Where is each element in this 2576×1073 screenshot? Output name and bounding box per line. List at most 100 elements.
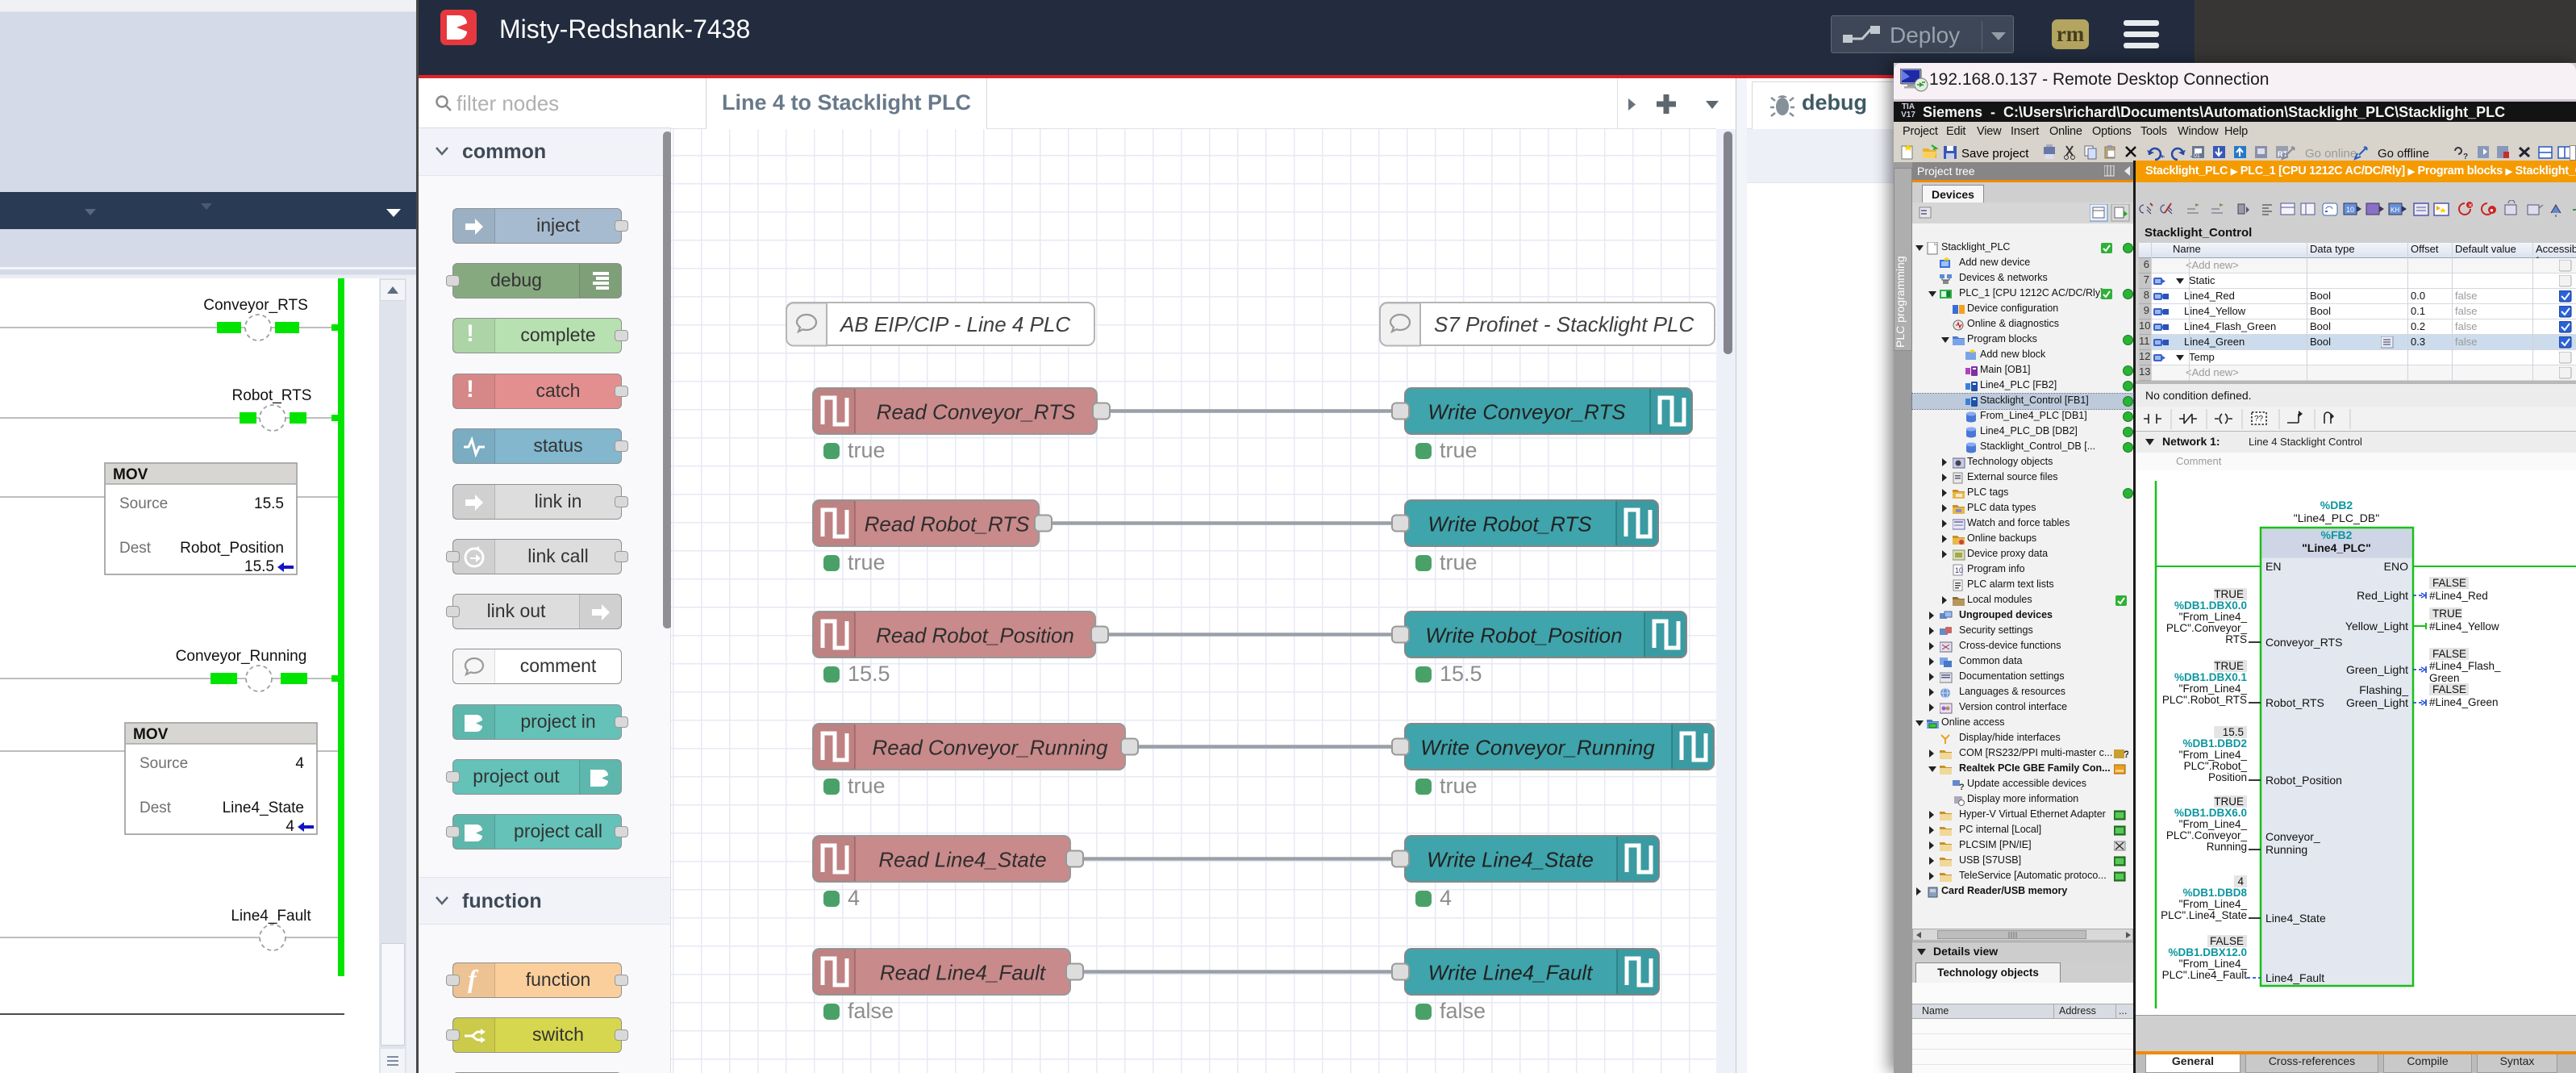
svg-text:15.5: 15.5 (1440, 662, 1482, 686)
svg-text:Robot_Position: Robot_Position (2265, 774, 2342, 787)
svg-text:Flashing_: Flashing_ (2359, 683, 2408, 696)
svg-text:%DB1.DBD8: %DB1.DBD8 (2182, 887, 2247, 899)
svg-text:true: true (1440, 774, 1478, 798)
svg-text:"From_Line4_: "From_Line4_ (2179, 611, 2248, 623)
svg-text:Conveyor_RTS: Conveyor_RTS (203, 297, 308, 314)
svg-text:Line4_State: Line4_State (223, 800, 304, 816)
svg-text:PLC".Robot_RTS: PLC".Robot_RTS (2162, 694, 2247, 706)
svg-text:Conveyor_: Conveyor_ (2265, 830, 2320, 843)
svg-text:10: 10 (1955, 566, 1963, 574)
svg-text:Read Line4_Fault: Read Line4_Fault (880, 961, 1047, 985)
svg-text:%DB2: %DB2 (2320, 499, 2353, 511)
svg-text:15.5: 15.5 (244, 558, 274, 575)
svg-text:4: 4 (1440, 886, 1452, 910)
svg-text:Dest: Dest (119, 540, 152, 557)
svg-text:10: 10 (2346, 206, 2354, 214)
svg-text:PLC".Robot_: PLC".Robot_ (2184, 760, 2248, 772)
svg-text:"From_Line4_: "From_Line4_ (2179, 749, 2248, 761)
svg-text:Yellow_Light: Yellow_Light (2345, 620, 2408, 633)
svg-text:Write Robot_RTS: Write Robot_RTS (1428, 512, 1592, 536)
svg-text:4: 4 (286, 818, 294, 835)
svg-text:4: 4 (295, 755, 304, 772)
svg-text:Save project: Save project (1961, 147, 2029, 161)
svg-text:PLC".Line4_State: PLC".Line4_State (2161, 909, 2247, 921)
svg-text:#Line4_Flash_: #Line4_Flash_ (2429, 660, 2501, 672)
svg-text:true: true (848, 438, 886, 462)
svg-text:Position: Position (2208, 771, 2247, 783)
svg-text:Conveyor_Running: Conveyor_Running (176, 648, 307, 665)
svg-text:%DB1.DBX12.0: %DB1.DBX12.0 (2168, 946, 2247, 958)
svg-text:FALSE: FALSE (2432, 577, 2466, 589)
svg-text:"From_Line4_: "From_Line4_ (2179, 818, 2248, 830)
svg-text:Go offline: Go offline (2378, 147, 2429, 161)
svg-text:Running: Running (2207, 841, 2247, 853)
svg-text:4: 4 (848, 886, 860, 910)
svg-text:Line4_Fault: Line4_Fault (231, 908, 311, 925)
svg-text:"Line4_PLC_DB": "Line4_PLC_DB" (2294, 511, 2379, 524)
svg-text:Write Conveyor_RTS: Write Conveyor_RTS (1428, 400, 1626, 424)
svg-text:Write Robot_Position: Write Robot_Position (1425, 624, 1622, 648)
svg-text:?: ? (1959, 783, 1965, 791)
svg-text:"From_Line4_: "From_Line4_ (2179, 683, 2248, 695)
svg-text:Write Line4_State: Write Line4_State (1427, 848, 1594, 872)
svg-text:#Line4_Red: #Line4_Red (2429, 590, 2488, 602)
svg-text:Read Line4_State: Read Line4_State (878, 848, 1046, 872)
svg-text:Robot_Position: Robot_Position (180, 540, 284, 557)
svg-text:true: true (848, 550, 886, 574)
svg-text:Running: Running (2265, 843, 2307, 856)
svg-text:??: ?? (2254, 415, 2264, 424)
svg-text:true: true (1440, 550, 1478, 574)
svg-text:Green_Light: Green_Light (2346, 696, 2408, 709)
svg-text:Green: Green (2429, 672, 2460, 684)
svg-text:Conveyor_RTS: Conveyor_RTS (2265, 636, 2342, 649)
svg-text:#Line4_Green: #Line4_Green (2429, 696, 2499, 708)
svg-text:TRUE: TRUE (2214, 660, 2244, 672)
svg-text:EN: EN (2265, 560, 2281, 573)
svg-text:Green_Light: Green_Light (2346, 663, 2408, 676)
svg-text:%FB2: %FB2 (2321, 528, 2353, 541)
svg-text:"From_Line4_: "From_Line4_ (2179, 898, 2248, 910)
svg-text:Read Robot_RTS: Read Robot_RTS (865, 512, 1030, 536)
svg-text:PLC".Conveyor_: PLC".Conveyor_ (2166, 622, 2248, 634)
svg-text:01: 01 (2194, 153, 2200, 159)
svg-text:"From_Line4_: "From_Line4_ (2179, 958, 2248, 970)
svg-text:#Line4_Yellow: #Line4_Yellow (2429, 620, 2499, 633)
svg-text:Write Conveyor_Running: Write Conveyor_Running (1420, 736, 1655, 760)
svg-text:FALSE: FALSE (2432, 648, 2466, 660)
svg-text:Robot_RTS: Robot_RTS (232, 387, 312, 404)
svg-text:true: true (848, 774, 886, 798)
svg-text:Source: Source (119, 495, 168, 512)
svg-text:false: false (1440, 999, 1486, 1023)
svg-text:Read Conveyor_RTS: Read Conveyor_RTS (877, 400, 1076, 424)
svg-text:KH: KH (2391, 207, 2399, 214)
svg-text:15.5: 15.5 (848, 662, 890, 686)
svg-text:Robot_RTS: Robot_RTS (2265, 696, 2324, 709)
svg-text:%DB1.DBD2: %DB1.DBD2 (2182, 737, 2247, 749)
svg-text:Write Line4_Fault: Write Line4_Fault (1428, 961, 1594, 985)
svg-text:PLC".Conveyor_: PLC".Conveyor_ (2166, 829, 2248, 841)
svg-text:●: ● (2490, 207, 2494, 214)
svg-text:Source: Source (140, 755, 188, 772)
svg-text:15.5: 15.5 (254, 495, 284, 512)
svg-text:true: true (1440, 438, 1478, 462)
svg-text:"Line4_PLC": "Line4_PLC" (2302, 541, 2371, 554)
svg-text:?: ? (2124, 749, 2128, 760)
svg-text:4: 4 (2237, 875, 2244, 887)
svg-text:ENO: ENO (2384, 560, 2408, 573)
svg-text:Read Robot_Position: Read Robot_Position (876, 624, 1074, 648)
svg-text:%DB1.DBX6.0: %DB1.DBX6.0 (2174, 807, 2247, 819)
svg-text:FALSE: FALSE (2210, 935, 2244, 947)
svg-text:MOV: MOV (133, 726, 169, 743)
svg-text:false: false (848, 999, 894, 1023)
svg-text:Line4_Fault: Line4_Fault (2265, 971, 2324, 984)
svg-text:FALSE: FALSE (2432, 683, 2466, 695)
svg-text:TRUE: TRUE (2432, 607, 2462, 620)
svg-text:%DB1.DBX0.1: %DB1.DBX0.1 (2174, 671, 2248, 683)
svg-text:Line4_State: Line4_State (2265, 912, 2326, 925)
svg-text:TRUE: TRUE (2214, 795, 2244, 808)
svg-text:Go online: Go online (2305, 147, 2357, 161)
svg-text:%DB1.DBX0.0: %DB1.DBX0.0 (2174, 599, 2247, 612)
svg-text:MOV: MOV (113, 466, 148, 483)
svg-text:✕: ✕ (2468, 203, 2473, 209)
svg-text:Read Conveyor_Running: Read Conveyor_Running (873, 736, 1109, 760)
